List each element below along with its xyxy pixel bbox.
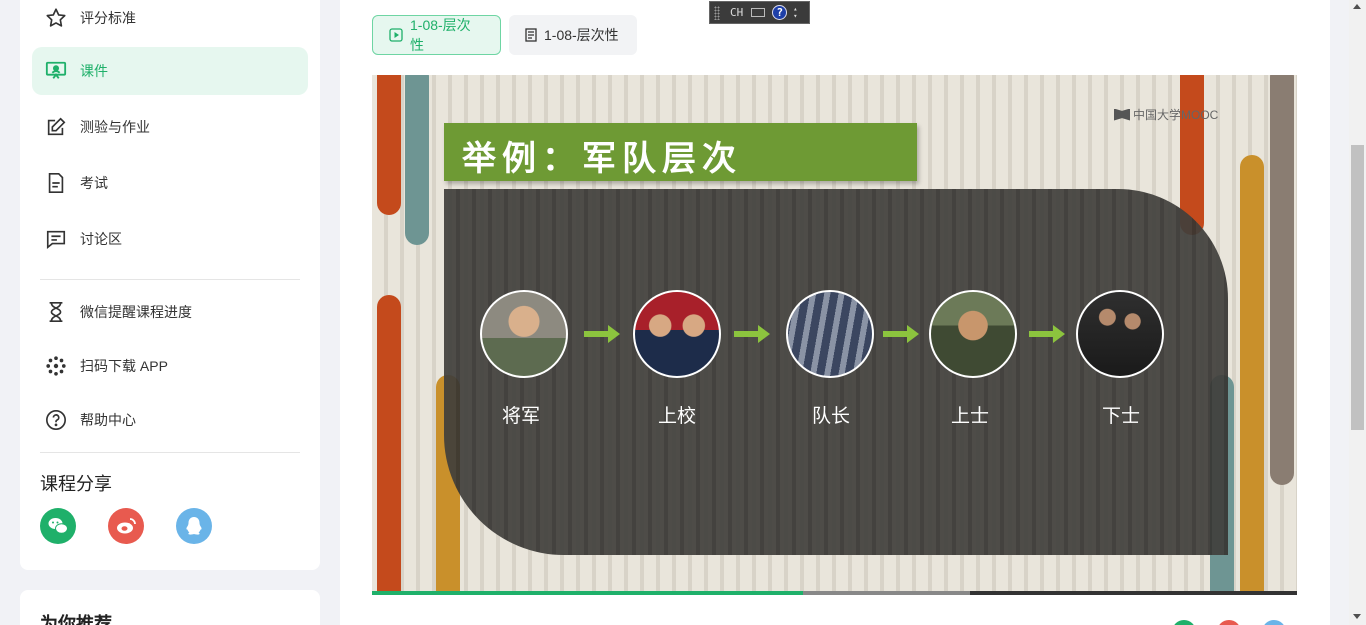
tab-label: 1-08-层次性 bbox=[410, 17, 471, 53]
chat-icon bbox=[44, 227, 68, 251]
ime-toolbar[interactable]: CH ? ▴ ▾ bbox=[709, 1, 810, 24]
sidebar-item-download-app[interactable]: 扫码下载 APP bbox=[32, 342, 308, 390]
sergeant-photo bbox=[929, 290, 1017, 378]
sidebar-item-label: 微信提醒课程进度 bbox=[80, 304, 192, 320]
divider bbox=[40, 279, 300, 280]
decor-bar bbox=[377, 75, 401, 215]
app-icon bbox=[44, 354, 68, 378]
weibo-icon bbox=[117, 518, 136, 534]
sidebar-item-courseware[interactable]: 课件 bbox=[32, 47, 308, 95]
general-photo bbox=[480, 290, 568, 378]
slide-title: 举例：军队层次 bbox=[462, 139, 742, 179]
rank-label: 上校 bbox=[657, 406, 696, 427]
hourglass-icon bbox=[44, 300, 68, 324]
sidebar-item-label: 扫码下载 APP bbox=[80, 358, 168, 374]
rank-label: 将军 bbox=[501, 406, 540, 427]
progress-buffered bbox=[803, 591, 971, 595]
book-icon bbox=[1114, 108, 1130, 121]
rank-label: 队长 bbox=[811, 406, 850, 427]
arrow-right-icon bbox=[1029, 325, 1065, 343]
sidebar-item-wechat-reminder[interactable]: 微信提醒课程进度 bbox=[32, 288, 308, 336]
scroll-down-arrow[interactable] bbox=[1353, 614, 1361, 619]
corporal-photo bbox=[1076, 290, 1164, 378]
rank-label: 下士 bbox=[1101, 406, 1140, 427]
page-scrollbar[interactable] bbox=[1349, 0, 1366, 625]
recommend-card: 为你推荐 bbox=[20, 590, 320, 625]
options-icon[interactable]: ▴ ▾ bbox=[793, 5, 797, 20]
wechat-share-button[interactable] bbox=[40, 508, 76, 544]
sidebar: 评分标准 课件 测验与作业 考试 讨论区 微信提醒课程进度 扫码下载 APP 帮… bbox=[20, 0, 320, 570]
share-title: 课程分享 bbox=[40, 474, 112, 494]
qq-share-button[interactable] bbox=[176, 508, 212, 544]
captain-photo bbox=[786, 290, 874, 378]
wechat-icon bbox=[48, 518, 68, 534]
arrow-right-icon bbox=[883, 325, 919, 343]
progress-played bbox=[372, 591, 804, 595]
edit-icon bbox=[44, 115, 68, 139]
help-icon[interactable]: ? bbox=[772, 5, 788, 20]
decor-bar bbox=[405, 75, 429, 245]
help-icon bbox=[44, 408, 68, 432]
sidebar-item-label: 课件 bbox=[80, 63, 108, 79]
sidebar-item-label: 测验与作业 bbox=[80, 119, 150, 135]
presentation-icon bbox=[44, 59, 68, 83]
arrow-right-icon bbox=[734, 325, 770, 343]
doc-icon bbox=[525, 28, 537, 42]
decor-bar bbox=[377, 295, 401, 595]
sidebar-item-grading[interactable]: 评分标准 bbox=[32, 0, 308, 42]
rank-label: 上士 bbox=[950, 406, 989, 427]
sidebar-item-label: 考试 bbox=[80, 175, 108, 191]
sidebar-item-label: 帮助中心 bbox=[80, 412, 136, 428]
qq-icon bbox=[186, 517, 202, 535]
sidebar-item-label: 评分标准 bbox=[80, 10, 136, 26]
watermark-text: 中国大学MOOC bbox=[1133, 108, 1219, 122]
sidebar-item-label: 讨论区 bbox=[80, 231, 122, 247]
scroll-up-arrow[interactable] bbox=[1353, 4, 1361, 9]
tab-document[interactable]: 1-08-层次性 bbox=[509, 15, 637, 55]
ime-mode[interactable]: CH bbox=[730, 6, 743, 19]
document-icon bbox=[44, 171, 68, 195]
divider bbox=[40, 452, 300, 453]
star-icon bbox=[44, 6, 68, 30]
mooc-watermark: 中国大学MOOC bbox=[1114, 106, 1218, 123]
tab-label: 1-08-层次性 bbox=[544, 27, 619, 43]
video-progress-bar[interactable] bbox=[372, 591, 1297, 595]
recommend-title: 为你推荐 bbox=[40, 614, 112, 625]
weibo-share-button[interactable] bbox=[108, 508, 144, 544]
scroll-thumb[interactable] bbox=[1351, 145, 1364, 430]
decor-bar bbox=[1240, 155, 1264, 595]
sidebar-item-quizzes[interactable]: 测验与作业 bbox=[32, 103, 308, 151]
sidebar-item-exam[interactable]: 考试 bbox=[32, 159, 308, 207]
grip-icon[interactable] bbox=[714, 5, 720, 20]
tab-video[interactable]: 1-08-层次性 bbox=[372, 15, 501, 55]
sidebar-item-discussion[interactable]: 讨论区 bbox=[32, 215, 308, 263]
sidebar-item-help[interactable]: 帮助中心 bbox=[32, 396, 308, 444]
video-icon bbox=[389, 28, 403, 42]
video-player[interactable]: 中国大学MOOC 举例：军队层次 将军 上校 队长 上士 下士 bbox=[372, 75, 1297, 595]
colonel-photo bbox=[633, 290, 721, 378]
arrow-right-icon bbox=[584, 325, 620, 343]
decor-bar bbox=[1270, 75, 1294, 485]
keyboard-icon[interactable] bbox=[751, 8, 766, 17]
